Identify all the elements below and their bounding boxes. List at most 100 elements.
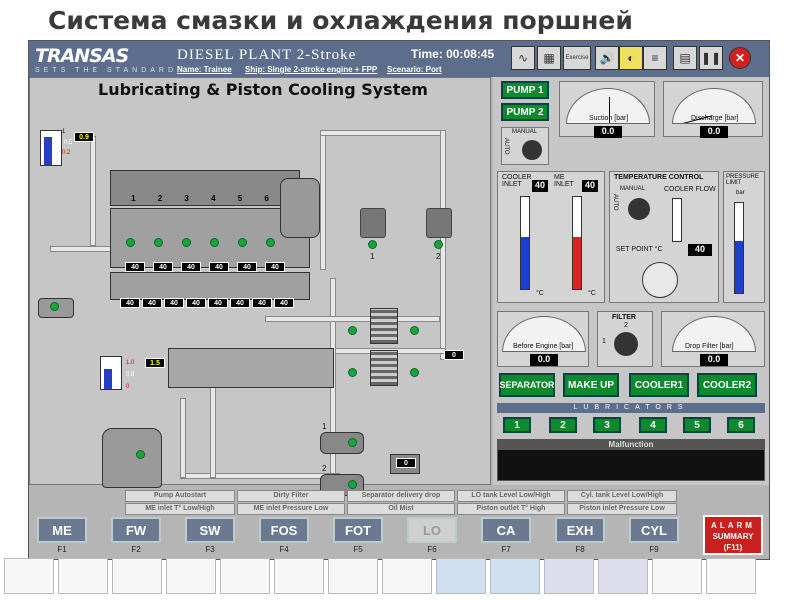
mode-knob[interactable] (522, 140, 542, 160)
lo-pump-1[interactable] (320, 432, 364, 454)
chart-icon[interactable]: ∿ (511, 46, 535, 70)
fkey-lo[interactable]: LO (407, 517, 457, 543)
before-engine-gauge: Before Engine [bar] (502, 316, 586, 352)
pump-lamp (348, 438, 357, 447)
lo-cooler-1[interactable] (370, 308, 398, 344)
suction-value: 0.0 (594, 126, 622, 138)
alarm-dirty-filter: Dirty Filter (237, 490, 345, 502)
lo-cooler-2[interactable] (370, 350, 398, 386)
slide-thumbnail[interactable] (382, 558, 432, 594)
alarm-me-inlet-temp: ME inlet T° Low/High (125, 503, 235, 515)
filter-knob[interactable] (614, 332, 638, 356)
discharge-value: 0.0 (700, 126, 728, 138)
control-panel: PUMP 1 PUMP 2 MANUAL AUTO Suction [bar] … (493, 77, 769, 485)
lubricator-4-button[interactable]: 4 (639, 417, 667, 433)
cooler1-button[interactable]: COOLER1 (629, 373, 689, 397)
slide-thumbnail[interactable] (58, 558, 108, 594)
set-point-value: 40 (688, 244, 712, 256)
temp-mode-knob[interactable] (628, 198, 650, 220)
lubricator-6-button[interactable]: 6 (727, 417, 755, 433)
pump1-button[interactable]: PUMP 1 (501, 81, 549, 99)
fkey-sw[interactable]: SW (185, 517, 235, 543)
lubricator-5-button[interactable]: 5 (683, 417, 711, 433)
tank1-level: 0.9 (74, 132, 94, 142)
gauge-needle (609, 97, 610, 123)
status-lamp (126, 238, 135, 247)
lubricator-1-button[interactable]: 1 (503, 417, 531, 433)
lubricator-2-button[interactable]: 2 (549, 417, 577, 433)
slide-thumbnail[interactable] (706, 558, 756, 594)
filter-selector-box: FILTER 2 1 (597, 311, 653, 367)
slide-thumbnail[interactable] (274, 558, 324, 594)
suction-gauge-box: Suction [bar] 0.0 (559, 81, 655, 138)
cooler2-button[interactable]: COOLER2 (697, 373, 757, 397)
sound-icon[interactable]: 🔊 (595, 46, 619, 70)
pump-mode-selector[interactable]: MANUAL AUTO (501, 127, 549, 165)
lo-tank-gauge (40, 130, 62, 166)
pump-lamp (50, 302, 59, 311)
fkey-fot[interactable]: FOT (333, 517, 383, 543)
me-inlet-thermometer (572, 196, 582, 290)
pipe (90, 136, 96, 246)
slide-thumbnail[interactable] (166, 558, 216, 594)
fkey-fw[interactable]: FW (111, 517, 161, 543)
slide-thumbnail[interactable] (436, 558, 486, 594)
separator-unit[interactable] (102, 428, 162, 488)
drop-filter-gauge: Drop Filter [bar] (672, 316, 756, 352)
cooler-inlet-thermometer (520, 196, 530, 290)
book-icon[interactable]: ▤ (673, 46, 697, 70)
suction-gauge: Suction [bar] (566, 88, 650, 124)
turbocharger (280, 178, 320, 238)
bearing-temp: 40 (208, 298, 228, 308)
alarm-oil-mist: Oil Mist (347, 503, 455, 515)
slide-thumbnail[interactable] (544, 558, 594, 594)
schematic-panel: Lubricating & Piston Cooling System 0.9 … (29, 77, 491, 496)
status-lamp (154, 238, 163, 247)
slide-thumbnail[interactable] (652, 558, 702, 594)
slide-thumbnail[interactable] (490, 558, 540, 594)
pipe (210, 378, 216, 478)
alarm-separator-delivery: Separator delivery drop (347, 490, 455, 502)
slide-thumbnail[interactable] (598, 558, 648, 594)
filter-lamp (434, 240, 443, 249)
pump2-button[interactable]: PUMP 2 (501, 103, 549, 121)
close-icon[interactable]: ✕ (729, 47, 751, 69)
cyl-temp: 40 (265, 262, 285, 272)
slide-title: Система смазки и охлаждения поршней (48, 6, 633, 35)
slide-thumbnail[interactable] (220, 558, 270, 594)
alarm-summary-button[interactable]: ALARM SUMMARY (F11) (703, 515, 763, 555)
fkey-cyl[interactable]: CYL (629, 517, 679, 543)
slide-thumbnail[interactable] (112, 558, 162, 594)
set-point-knob[interactable] (642, 262, 678, 298)
valve-lamp (410, 326, 419, 335)
lo-filter-2[interactable] (426, 208, 452, 238)
settings-icon[interactable]: ≡ (643, 46, 667, 70)
status-lamp (210, 238, 219, 247)
before-engine-gauge-box: Before Engine [bar] 0.0 (497, 311, 589, 367)
pause-icon[interactable]: ❚❚ (699, 46, 723, 70)
bearing-temp: 40 (252, 298, 272, 308)
pump-lamp (348, 480, 357, 489)
status-lamp (182, 238, 191, 247)
before-engine-value: 0.0 (530, 354, 558, 366)
fkey-fos[interactable]: FOS (259, 517, 309, 543)
lubricator-3-button[interactable]: 3 (593, 417, 621, 433)
discharge-gauge: Discharge [bar] (672, 88, 756, 124)
drop-filter-gauge-box: Drop Filter [bar] 0.0 (661, 311, 765, 367)
lamp-icon[interactable]: ◐ (619, 46, 643, 70)
fkey-me[interactable]: ME (37, 517, 87, 543)
lo-filter-1[interactable] (360, 208, 386, 238)
sim-time: Time: 00:08:45 (411, 47, 495, 61)
slide-thumbnail[interactable] (328, 558, 378, 594)
alarm-me-inlet-pressure: ME inlet Pressure Low (237, 503, 345, 515)
filter-lamp (368, 240, 377, 249)
fkey-exh[interactable]: EXH (555, 517, 605, 543)
grid-icon[interactable]: ▦ (537, 46, 561, 70)
slide-thumbnail[interactable] (4, 558, 54, 594)
exercise-button[interactable]: Exercise (563, 46, 591, 70)
make-up-button[interactable]: MAKE UP (563, 373, 619, 397)
pressure-limit-slider[interactable] (734, 202, 744, 294)
fkey-ca[interactable]: CA (481, 517, 531, 543)
separator-button[interactable]: SEPARATOR (499, 373, 555, 397)
title-bar: TRANSAS SETS THE STANDARD DIESEL PLANT 2… (29, 41, 769, 77)
